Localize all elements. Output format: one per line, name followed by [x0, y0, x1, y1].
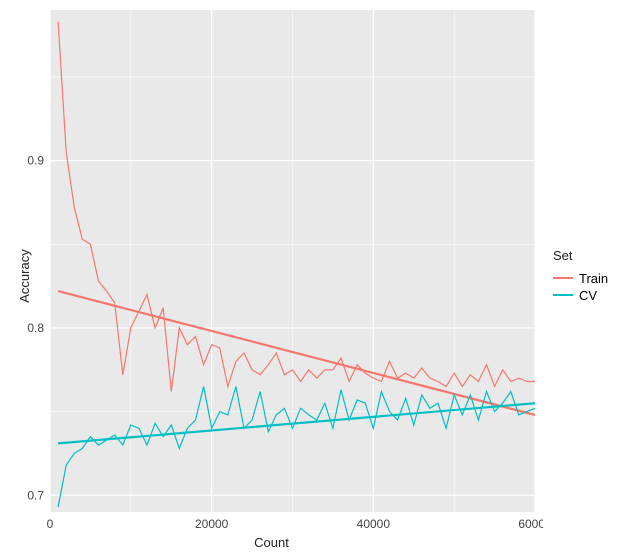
y-axis-title: Accuracy	[17, 249, 32, 302]
x-tick-label: 40000	[357, 517, 391, 531]
x-tick-label: 0	[47, 517, 54, 531]
x-tick-label: 60000	[518, 517, 543, 531]
y-tick-label: 0.9	[27, 154, 44, 168]
legend-label: Train	[579, 271, 608, 286]
legend: Set Train CV	[543, 0, 638, 552]
legend-item-train: Train	[553, 271, 638, 286]
legend-item-cv: CV	[553, 288, 638, 303]
chart-svg: 0 20000 40000 60000 0.7 0.8 0.9	[0, 0, 543, 552]
plot-area: Accuracy 0 20000 40000 60000 0.7 0.8 0.9 Count	[0, 0, 543, 552]
legend-swatch	[553, 277, 573, 279]
y-tick-label: 0.8	[27, 321, 44, 335]
x-axis-title: Count	[254, 535, 289, 550]
legend-label: CV	[579, 288, 597, 303]
legend-title: Set	[553, 248, 638, 263]
chart-container: Accuracy 0 20000 40000 60000 0.7 0.8 0.9 Count…	[0, 0, 638, 552]
x-tick-label: 20000	[195, 517, 229, 531]
legend-swatch	[553, 294, 573, 296]
y-tick-label: 0.7	[27, 488, 44, 502]
